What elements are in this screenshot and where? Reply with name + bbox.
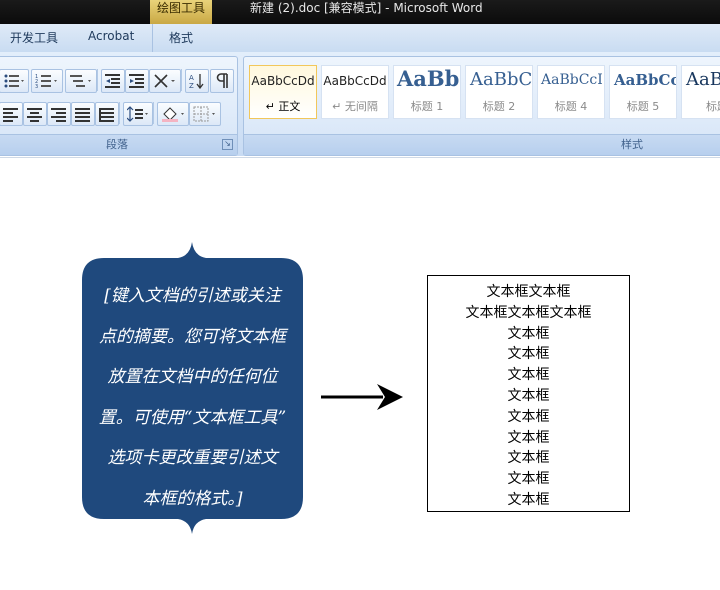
svg-text:A: A: [189, 74, 194, 82]
style-name: ↵ 无间隔: [332, 100, 378, 113]
paragraph-mark-icon: [216, 73, 228, 88]
textbox-line: 文本框: [507, 367, 550, 384]
align-center-icon: [27, 108, 42, 122]
numbering-icon: 1 2 3: [35, 74, 57, 89]
textbox-line: 文本框: [507, 387, 550, 404]
divider: [97, 69, 98, 91]
quote-line: 本框的格式。]: [142, 488, 243, 509]
textbox-line: 文本框文本框文本框: [465, 304, 592, 321]
tab-separator: [152, 24, 153, 52]
numbering-button[interactable]: 1 2 3: [31, 69, 63, 93]
style-sample: AaBbCc: [614, 71, 677, 89]
align-center-button[interactable]: [23, 102, 47, 126]
sort-icon: AZ: [189, 74, 204, 89]
style-sample: AaBbCcDd: [251, 74, 315, 88]
align-left-icon: [3, 108, 18, 122]
ribbon-tab-row: 开发工具 Acrobat 格式: [0, 24, 720, 53]
style-name: 标题 2: [482, 100, 516, 113]
styles-group-label: 样式: [244, 134, 720, 155]
textbox-line: 文本框: [507, 429, 550, 446]
distributed-align-icon: [99, 108, 114, 122]
textbox-line: 文本框: [507, 491, 550, 508]
pull-quote-text[interactable]: [键入文档的引述或关注 点的摘要。您可将文本框 放置在文档中的任何位 置。可使用…: [92, 276, 293, 519]
distributed-button[interactable]: [95, 102, 119, 126]
paragraph-group: 1 2 3 A Z 段落 ↘: [0, 56, 238, 156]
style-name: ↵ 正文: [265, 100, 301, 113]
divider: [181, 69, 182, 91]
style-name: 标题 1: [410, 100, 444, 113]
bullets-button[interactable]: [0, 69, 29, 93]
ribbon: 1 2 3 A Z 段落 ↘ AaBbCcDd ↵ 正文 AaBbCcDd ↵ …: [0, 52, 720, 156]
chinese-layout-icon: [154, 74, 175, 88]
style-sample: AaBbC: [470, 69, 533, 90]
increase-indent-icon: [129, 74, 144, 88]
sort-button[interactable]: AZ: [185, 69, 209, 93]
quote-line: 放置在文档中的任何位: [107, 367, 278, 387]
quote-line: 置。可使用“文本框工具”: [98, 407, 287, 428]
textbox-line: 文本框: [507, 346, 550, 363]
tab-developer[interactable]: 开发工具: [10, 29, 58, 46]
style-name: 标题 4: [554, 100, 588, 113]
decrease-indent-button[interactable]: [101, 69, 125, 93]
divider: [153, 102, 154, 124]
window-title: 新建 (2).doc [兼容模式] - Microsoft Word: [250, 1, 483, 15]
style-no-spacing[interactable]: AaBbCcDd ↵ 无间隔: [321, 65, 389, 119]
divider: [119, 102, 120, 124]
style-sample: AaBb: [397, 66, 460, 91]
style-sample: AaBbCcI: [541, 72, 603, 88]
style-heading-4[interactable]: AaBbCcI 标题 4: [537, 65, 605, 119]
style-name: 标题: [706, 100, 720, 113]
borders-button[interactable]: [189, 102, 221, 126]
quote-line: [键入文档的引述或关注: [104, 286, 281, 306]
decrease-indent-icon: [105, 74, 120, 88]
style-sample: AaBbCcDd: [323, 74, 387, 88]
paragraph-dialog-launcher[interactable]: ↘: [222, 139, 233, 150]
paint-bucket-icon: [162, 107, 184, 122]
align-right-icon: [51, 108, 66, 122]
text-box[interactable]: 文本框文本框 文本框文本框文本框 文本框 文本框 文本框 文本框 文本框 文本框…: [427, 275, 630, 512]
bullets-icon: [4, 74, 24, 88]
multilevel-list-icon: [70, 75, 91, 87]
svg-text:Z: Z: [189, 82, 194, 89]
textbox-line: 文本框: [507, 408, 550, 425]
justify-button[interactable]: [71, 102, 95, 126]
style-normal[interactable]: AaBbCcDd ↵ 正文: [249, 65, 317, 119]
borders-icon: [193, 106, 215, 122]
paragraph-group-label: 段落: [0, 134, 237, 155]
shading-button[interactable]: [157, 102, 189, 126]
drawing-tools-context-tab[interactable]: 绘图工具: [150, 0, 212, 24]
line-spacing-button[interactable]: [123, 102, 153, 126]
align-left-button[interactable]: [0, 102, 23, 126]
textbox-line: 文本框文本框: [486, 284, 571, 300]
align-right-button[interactable]: [47, 102, 71, 126]
line-spacing-icon: [127, 106, 148, 122]
chinese-layout-button[interactable]: [149, 69, 181, 93]
quote-line: 选项卡更改重要引述文: [107, 448, 278, 468]
textbox-line: 文本框: [507, 471, 550, 488]
multilevel-list-button[interactable]: [65, 69, 97, 93]
svg-text:3: 3: [35, 84, 38, 89]
increase-indent-button[interactable]: [125, 69, 149, 93]
style-sample: AaB: [686, 69, 720, 90]
style-name: 标题 5: [626, 100, 660, 113]
quote-line: 点的摘要。您可将文本框: [99, 326, 286, 347]
style-heading-1[interactable]: AaBb 标题 1: [393, 65, 461, 119]
style-title[interactable]: AaB 标题: [681, 65, 720, 119]
style-heading-2[interactable]: AaBbC 标题 2: [465, 65, 533, 119]
style-heading-5[interactable]: AaBbCc 标题 5: [609, 65, 677, 119]
justify-icon: [75, 108, 90, 122]
title-bar: 绘图工具 新建 (2).doc [兼容模式] - Microsoft Word: [0, 0, 720, 24]
right-arrow-icon: [321, 384, 403, 410]
tab-format[interactable]: 格式: [169, 29, 193, 46]
styles-group: AaBbCcDd ↵ 正文 AaBbCcDd ↵ 无间隔 AaBb 标题 1 A…: [243, 56, 720, 156]
tab-acrobat[interactable]: Acrobat: [88, 29, 134, 43]
textbox-line: 文本框: [507, 325, 550, 342]
textbox-line: 文本框: [507, 450, 550, 467]
show-marks-button[interactable]: [210, 69, 234, 93]
